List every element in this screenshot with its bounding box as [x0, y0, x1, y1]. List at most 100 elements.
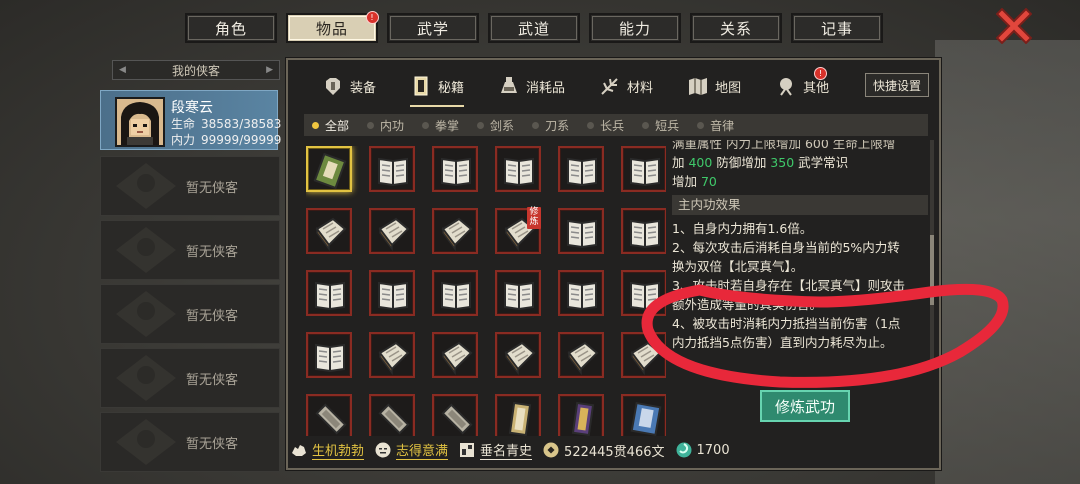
desc-effect-line: 换为双倍【北冥真气】。 — [672, 259, 804, 274]
empty-slot-label: 暂无侠客 — [185, 436, 238, 452]
notification-dot: ! — [814, 67, 828, 80]
tab-label: 关系 — [719, 19, 752, 38]
notification-dot: ! — [366, 11, 379, 24]
filter-polearm[interactable]: 长兵 — [587, 117, 624, 134]
item-slot[interactable] — [306, 394, 352, 436]
background-scenery — [935, 40, 1080, 484]
tab-relations[interactable]: 关系 — [690, 13, 782, 43]
subtab-equipment[interactable]: 装备 — [322, 67, 376, 105]
filter-bar: 全部 内功 拳掌 剑系 刀系 长兵 短兵 音律 — [304, 114, 928, 136]
desc-effect-line: 1、自身内力拥有1.6倍。 — [672, 221, 813, 236]
filter-internal[interactable]: 内功 — [367, 117, 404, 134]
item-slot[interactable] — [369, 146, 415, 192]
close-icon[interactable] — [996, 8, 1032, 44]
my-heroes-header: ◀ 我的侠客 ▶ — [112, 60, 280, 80]
empty-slot-emblem — [116, 419, 176, 465]
subtab-maps[interactable]: 地图 — [687, 67, 741, 105]
empty-slot-emblem — [116, 163, 176, 209]
empty-hero-slot[interactable]: 暂无侠客 — [100, 348, 280, 408]
item-slot[interactable] — [621, 146, 666, 192]
filter-music[interactable]: 音律 — [697, 117, 734, 134]
filter-short-weapon[interactable]: 短兵 — [642, 117, 679, 134]
item-slot[interactable] — [558, 332, 604, 378]
item-slot-selected[interactable] — [306, 146, 352, 192]
book-icon — [630, 219, 660, 249]
filter-sword[interactable]: 剑系 — [477, 117, 514, 134]
subtab-consumables[interactable]: 消耗品 — [498, 67, 565, 105]
empty-hero-slot[interactable]: 暂无侠客 — [100, 284, 280, 344]
item-slot[interactable]: 修炼 — [495, 207, 541, 254]
tab-journal[interactable]: 记事 — [791, 13, 883, 43]
item-slot[interactable] — [621, 208, 666, 254]
practice-badge: 修炼 — [527, 207, 541, 229]
empty-hero-slot[interactable]: 暂无侠客 — [100, 412, 280, 472]
filter-fist[interactable]: 拳掌 — [422, 117, 459, 134]
item-slot[interactable] — [621, 394, 666, 436]
tab-ability[interactable]: 能力 — [589, 13, 681, 43]
coin-icon — [543, 442, 559, 458]
item-slot[interactable] — [369, 394, 415, 436]
tab-items[interactable]: 物品! — [286, 11, 379, 43]
subtab-manuals[interactable]: 秘籍 — [410, 67, 465, 107]
item-slot[interactable] — [621, 270, 666, 316]
book-icon — [567, 341, 599, 375]
subtab-label: 秘籍 — [438, 80, 465, 96]
chevron-left-icon: ◀ — [119, 65, 126, 75]
item-slot[interactable] — [432, 394, 478, 436]
item-slot[interactable] — [495, 394, 541, 436]
filter-label: 刀系 — [545, 118, 570, 133]
item-slot[interactable] — [369, 208, 415, 254]
tab-label: 武道 — [517, 19, 550, 38]
empty-hero-slot[interactable]: 暂无侠客 — [100, 220, 280, 280]
book-icon — [567, 157, 597, 187]
book-icon — [378, 157, 408, 187]
subtab-label: 材料 — [627, 80, 654, 96]
empty-slot-emblem — [116, 227, 176, 273]
tab-martial-way[interactable]: 武道 — [488, 13, 580, 43]
subtab-other[interactable]: 其他 ! — [775, 67, 829, 105]
item-slot[interactable] — [369, 270, 415, 316]
item-slot[interactable] — [432, 332, 478, 378]
scroll-icon — [315, 403, 347, 435]
tab-character[interactable]: 角色 — [185, 13, 277, 43]
item-slot[interactable] — [432, 146, 478, 192]
radio-dot — [697, 121, 705, 129]
hero-card-selected[interactable]: 段寒云 生命 38583/38583 内力 99999/99999 — [100, 90, 281, 150]
item-slot[interactable] — [432, 270, 478, 316]
face-icon — [375, 442, 391, 458]
item-slot[interactable] — [306, 208, 352, 254]
scroll-icon — [630, 401, 662, 436]
status-bar: 生机勃勃 志得意满 垂名青史 522445贯466文 1700 — [290, 438, 740, 462]
desc-attribute-line: 增加 70 — [672, 174, 717, 189]
item-slot[interactable] — [558, 146, 604, 192]
filter-all[interactable]: 全部 — [312, 117, 349, 134]
quick-settings-button[interactable]: 快捷设置 — [865, 73, 929, 97]
subtab-label: 消耗品 — [526, 80, 566, 96]
item-slot[interactable] — [558, 394, 604, 436]
item-slot[interactable] — [558, 270, 604, 316]
filter-blade[interactable]: 刀系 — [532, 117, 569, 134]
item-slot[interactable] — [621, 332, 666, 378]
description-scrollbar[interactable] — [930, 140, 934, 370]
tab-martial-arts[interactable]: 武学 — [387, 13, 479, 43]
tab-label: 记事 — [820, 19, 853, 38]
item-slot[interactable] — [306, 270, 352, 316]
map-icon — [689, 78, 708, 95]
item-slot[interactable] — [495, 332, 541, 378]
item-slot[interactable] — [306, 332, 352, 378]
item-slot[interactable] — [495, 146, 541, 192]
practice-martial-art-button[interactable]: 修炼武功 — [760, 390, 850, 422]
empty-slot-emblem — [116, 291, 176, 337]
item-slot[interactable] — [369, 332, 415, 378]
item-slot[interactable] — [432, 208, 478, 254]
radio-dot — [422, 121, 430, 129]
filter-label: 全部 — [325, 118, 350, 133]
radio-dot — [477, 121, 485, 129]
filter-label: 内功 — [380, 118, 405, 133]
item-slot[interactable] — [558, 208, 604, 254]
subtab-materials[interactable]: 材料 — [599, 67, 653, 105]
item-slot[interactable] — [495, 270, 541, 316]
empty-hero-slot[interactable]: 暂无侠客 — [100, 156, 280, 216]
scrollbar-thumb[interactable] — [930, 235, 934, 305]
scroll-icon — [508, 401, 532, 436]
